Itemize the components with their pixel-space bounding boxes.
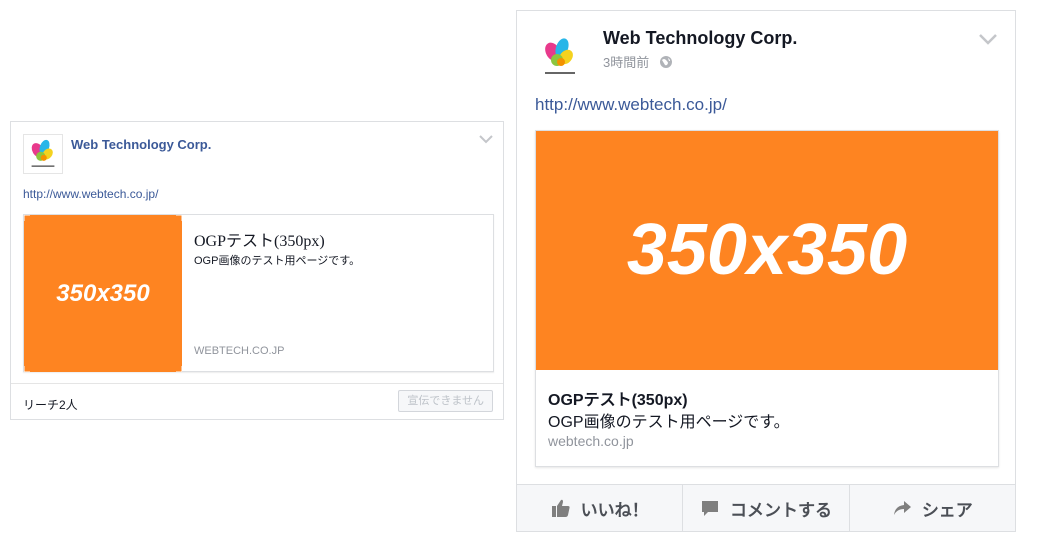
page-name-link[interactable]: Web Technology Corp. — [71, 137, 211, 152]
post-action-bar: いいね！ コメントする シェア — [517, 484, 1015, 531]
og-domain: WEBTECH.CO.JP — [194, 345, 285, 357]
link-preview-card[interactable]: 350x350 OGPテスト(350px) OGP画像のテスト用ページです。 w… — [535, 130, 999, 467]
thumbs-up-icon — [551, 499, 570, 517]
crop-corner-icon — [24, 366, 30, 372]
post-link[interactable]: http://www.webtech.co.jp/ — [23, 187, 158, 201]
share-arrow-icon — [893, 501, 911, 515]
comment-label: コメントする — [729, 500, 832, 520]
comment-button[interactable]: コメントする — [682, 485, 848, 531]
page-avatar-logo[interactable] — [23, 134, 63, 174]
hero-image-text: 350x350 — [626, 210, 908, 290]
link-thumbnail[interactable]: 350x350 — [24, 215, 182, 372]
post-timestamp[interactable]: 3時間前 — [603, 52, 649, 71]
share-label: シェア — [921, 500, 973, 520]
boost-post-button[interactable]: 宣伝できません — [398, 390, 493, 412]
thumbnail-text: 350x350 — [56, 280, 150, 307]
page-avatar-logo[interactable] — [535, 32, 585, 82]
og-description: OGP画像のテスト用ページです。 — [548, 414, 790, 431]
crop-corner-icon — [176, 366, 182, 372]
like-label: いいね！ — [580, 500, 649, 520]
crop-corner-icon — [24, 215, 30, 221]
crop-corner-icon — [176, 215, 182, 221]
web-technology-logo — [24, 135, 62, 173]
link-preview-card[interactable]: 350x350 OGPテスト(350px) OGP画像のテスト用ページです。 W… — [23, 214, 494, 372]
globe-icon — [660, 55, 673, 68]
link-hero-image[interactable]: 350x350 — [536, 131, 998, 370]
og-title[interactable]: OGPテスト(350px) — [548, 386, 688, 410]
page-name-link[interactable]: Web Technology Corp. — [603, 28, 797, 49]
mobile-post-card: Web Technology Corp. 3時間前 http://www.web… — [516, 10, 1016, 532]
post-link[interactable]: http://www.webtech.co.jp/ — [535, 95, 727, 115]
speech-bubble-icon — [701, 501, 718, 516]
og-description: OGP画像のテスト用ページです。 — [194, 255, 361, 267]
like-button[interactable]: いいね！ — [517, 485, 682, 531]
og-title[interactable]: OGPテスト(350px) — [194, 227, 325, 251]
og-domain: webtech.co.jp — [548, 433, 634, 449]
desktop-post-card: Web Technology Corp. http://www.webtech.… — [10, 121, 504, 420]
web-technology-logo — [535, 32, 585, 82]
chevron-down-icon[interactable] — [979, 33, 997, 45]
reach-count[interactable]: リーチ2人 — [23, 396, 78, 413]
post-footer: リーチ2人 宣伝できません — [11, 383, 503, 420]
post-meta: 3時間前 — [603, 52, 673, 71]
share-button[interactable]: シェア — [848, 485, 1015, 531]
chevron-down-icon[interactable] — [479, 134, 493, 144]
